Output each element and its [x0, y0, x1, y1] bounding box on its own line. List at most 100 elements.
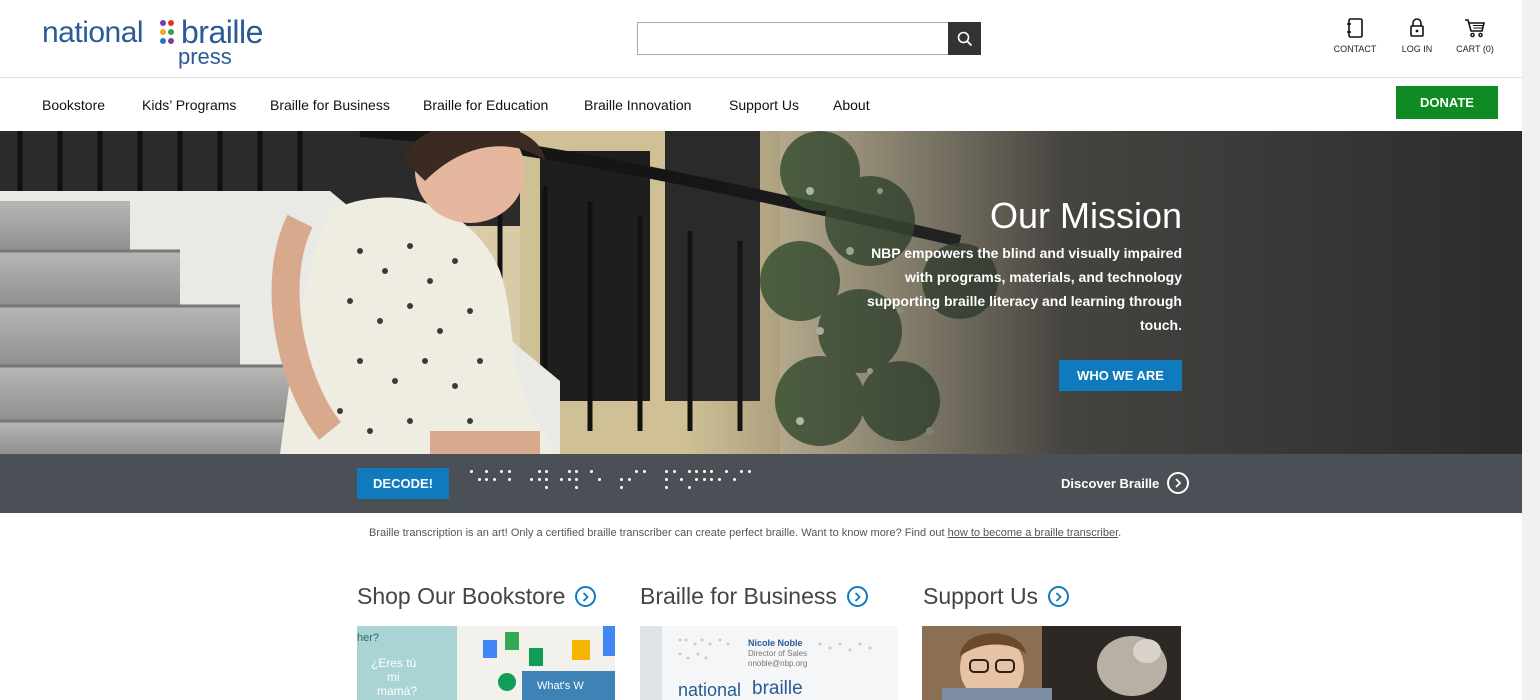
braille-dot: [493, 478, 496, 481]
address-book-icon: [1347, 18, 1363, 38]
braille-dot: [748, 470, 751, 473]
login-label: LOG IN: [1401, 44, 1433, 54]
braille-dot: [703, 478, 706, 481]
braille-dot: [545, 486, 548, 489]
braille-dot: [710, 478, 713, 481]
nav-item-braille-for-education[interactable]: Braille for Education: [423, 97, 548, 113]
braille-dot: [470, 470, 473, 473]
book-cover-text: her?: [357, 632, 380, 644]
braille-dot: [538, 478, 541, 481]
business-card-image[interactable]: Nicole Noble Director of Sales nnoble@nb…: [640, 626, 898, 700]
card-name: Nicole Noble: [748, 638, 803, 648]
chevron-right-circle-icon: [846, 586, 868, 607]
braille-dot: [545, 478, 548, 481]
braille-dot: [575, 486, 578, 489]
book-cover-text: mamá?: [377, 684, 418, 698]
become-transcriber-link[interactable]: how to become a braille transcriber: [948, 527, 1119, 539]
site-logo[interactable]: national braille press: [42, 14, 282, 69]
decode-band: DECODE! Discover Braille: [0, 454, 1522, 513]
hero-banner: Our Mission NBP empowers the blind and v…: [0, 131, 1522, 454]
braille-dot: [710, 470, 713, 473]
section-title-business[interactable]: Braille for Business: [640, 583, 868, 610]
braille-dot: [665, 478, 668, 481]
braille-dot: [673, 470, 676, 473]
donate-button[interactable]: DONATE: [1396, 86, 1498, 119]
cart-link[interactable]: CART (0): [1452, 18, 1498, 58]
section-title-label: Braille for Business: [640, 583, 837, 609]
logo-word-press: press: [178, 44, 232, 69]
braille-dot: [538, 470, 541, 473]
braille-dot: [635, 470, 638, 473]
section-title-bookstore[interactable]: Shop Our Bookstore: [357, 583, 597, 610]
notice-text: Braille transcription is an art! Only a …: [369, 527, 948, 539]
braille-dot: [620, 486, 623, 489]
braille-dot: [688, 470, 691, 473]
braille-dot: [703, 470, 706, 473]
braille-dot: [568, 470, 571, 473]
discover-braille-link[interactable]: Discover Braille: [1061, 471, 1190, 495]
transcription-notice: Braille transcription is an art! Only a …: [369, 527, 1121, 539]
braille-dot: [545, 470, 548, 473]
card-logo-word: braille: [752, 678, 803, 699]
book-cover-text: What's W: [537, 680, 584, 692]
cart-icon: [1465, 19, 1486, 38]
nav-item-kids-programs[interactable]: Kids’ Programs: [142, 97, 236, 113]
braille-dot: [500, 470, 503, 473]
braille-dot: [478, 478, 481, 481]
card-email: nnoble@nbp.org: [748, 659, 808, 668]
decode-button[interactable]: DECODE!: [357, 468, 449, 499]
braille-dot: [740, 470, 743, 473]
braille-dot: [665, 486, 668, 489]
braille-dot: [620, 478, 623, 481]
search-input[interactable]: [637, 22, 949, 55]
hero-title: Our Mission: [989, 195, 1182, 236]
braille-dot: [598, 478, 601, 481]
braille-dot: [575, 478, 578, 481]
braille-dot: [665, 470, 668, 473]
braille-dot: [733, 478, 736, 481]
card-role: Director of Sales: [748, 649, 808, 658]
search-bar: [637, 22, 981, 55]
section-title-label: Shop Our Bookstore: [357, 583, 566, 609]
search-button[interactable]: [948, 22, 981, 55]
notice-suffix: .: [1118, 527, 1122, 539]
site-header: national braille press CONTACT LOG IN CA…: [0, 0, 1540, 78]
nav-item-support-us[interactable]: Support Us: [729, 97, 799, 113]
contact-link[interactable]: CONTACT: [1331, 18, 1379, 58]
braille-dot: [688, 486, 691, 489]
support-photo: [922, 626, 1181, 700]
search-icon: [957, 31, 972, 46]
braille-dot: [628, 478, 631, 481]
chevron-right-circle-icon: [575, 586, 597, 607]
login-link[interactable]: LOG IN: [1398, 18, 1436, 58]
braille-dot: [590, 470, 593, 473]
support-card-image[interactable]: [922, 626, 1181, 700]
braille-dot: [568, 478, 571, 481]
logo-dots: [160, 20, 178, 46]
braille-dot: [695, 478, 698, 481]
contact-label: CONTACT: [1333, 44, 1377, 54]
who-we-are-button[interactable]: WHO WE ARE: [1059, 360, 1182, 391]
card-logo-word: national: [678, 680, 742, 700]
discover-braille-label: Discover Braille: [1061, 475, 1160, 491]
braille-dot: [643, 470, 646, 473]
braille-dot: [575, 470, 578, 473]
logo-word-national: national: [42, 16, 144, 49]
book-cover-text: ¿Eres tú: [371, 656, 417, 670]
braille-dot: [560, 478, 563, 481]
lock-icon: [1410, 18, 1424, 37]
main-nav: Bookstore Kids’ Programs Braille for Bus…: [0, 79, 1522, 131]
braille-dot: [485, 478, 488, 481]
nav-item-braille-for-business[interactable]: Braille for Business: [270, 97, 390, 113]
braille-dot: [725, 470, 728, 473]
nav-item-braille-innovation[interactable]: Braille Innovation: [584, 97, 691, 113]
bookstore-card-image[interactable]: her? ¿Eres tú mi mamá? What's W: [357, 626, 615, 700]
braille-dot: [680, 478, 683, 481]
hero-photo: [0, 131, 1522, 454]
page-scrollbar[interactable]: [1522, 0, 1540, 700]
nav-item-bookstore[interactable]: Bookstore: [42, 97, 105, 113]
section-title-support[interactable]: Support Us: [923, 583, 1070, 610]
nav-item-about[interactable]: About: [833, 97, 870, 113]
book-cover-text: mi: [387, 670, 400, 684]
braille-dot: [695, 470, 698, 473]
